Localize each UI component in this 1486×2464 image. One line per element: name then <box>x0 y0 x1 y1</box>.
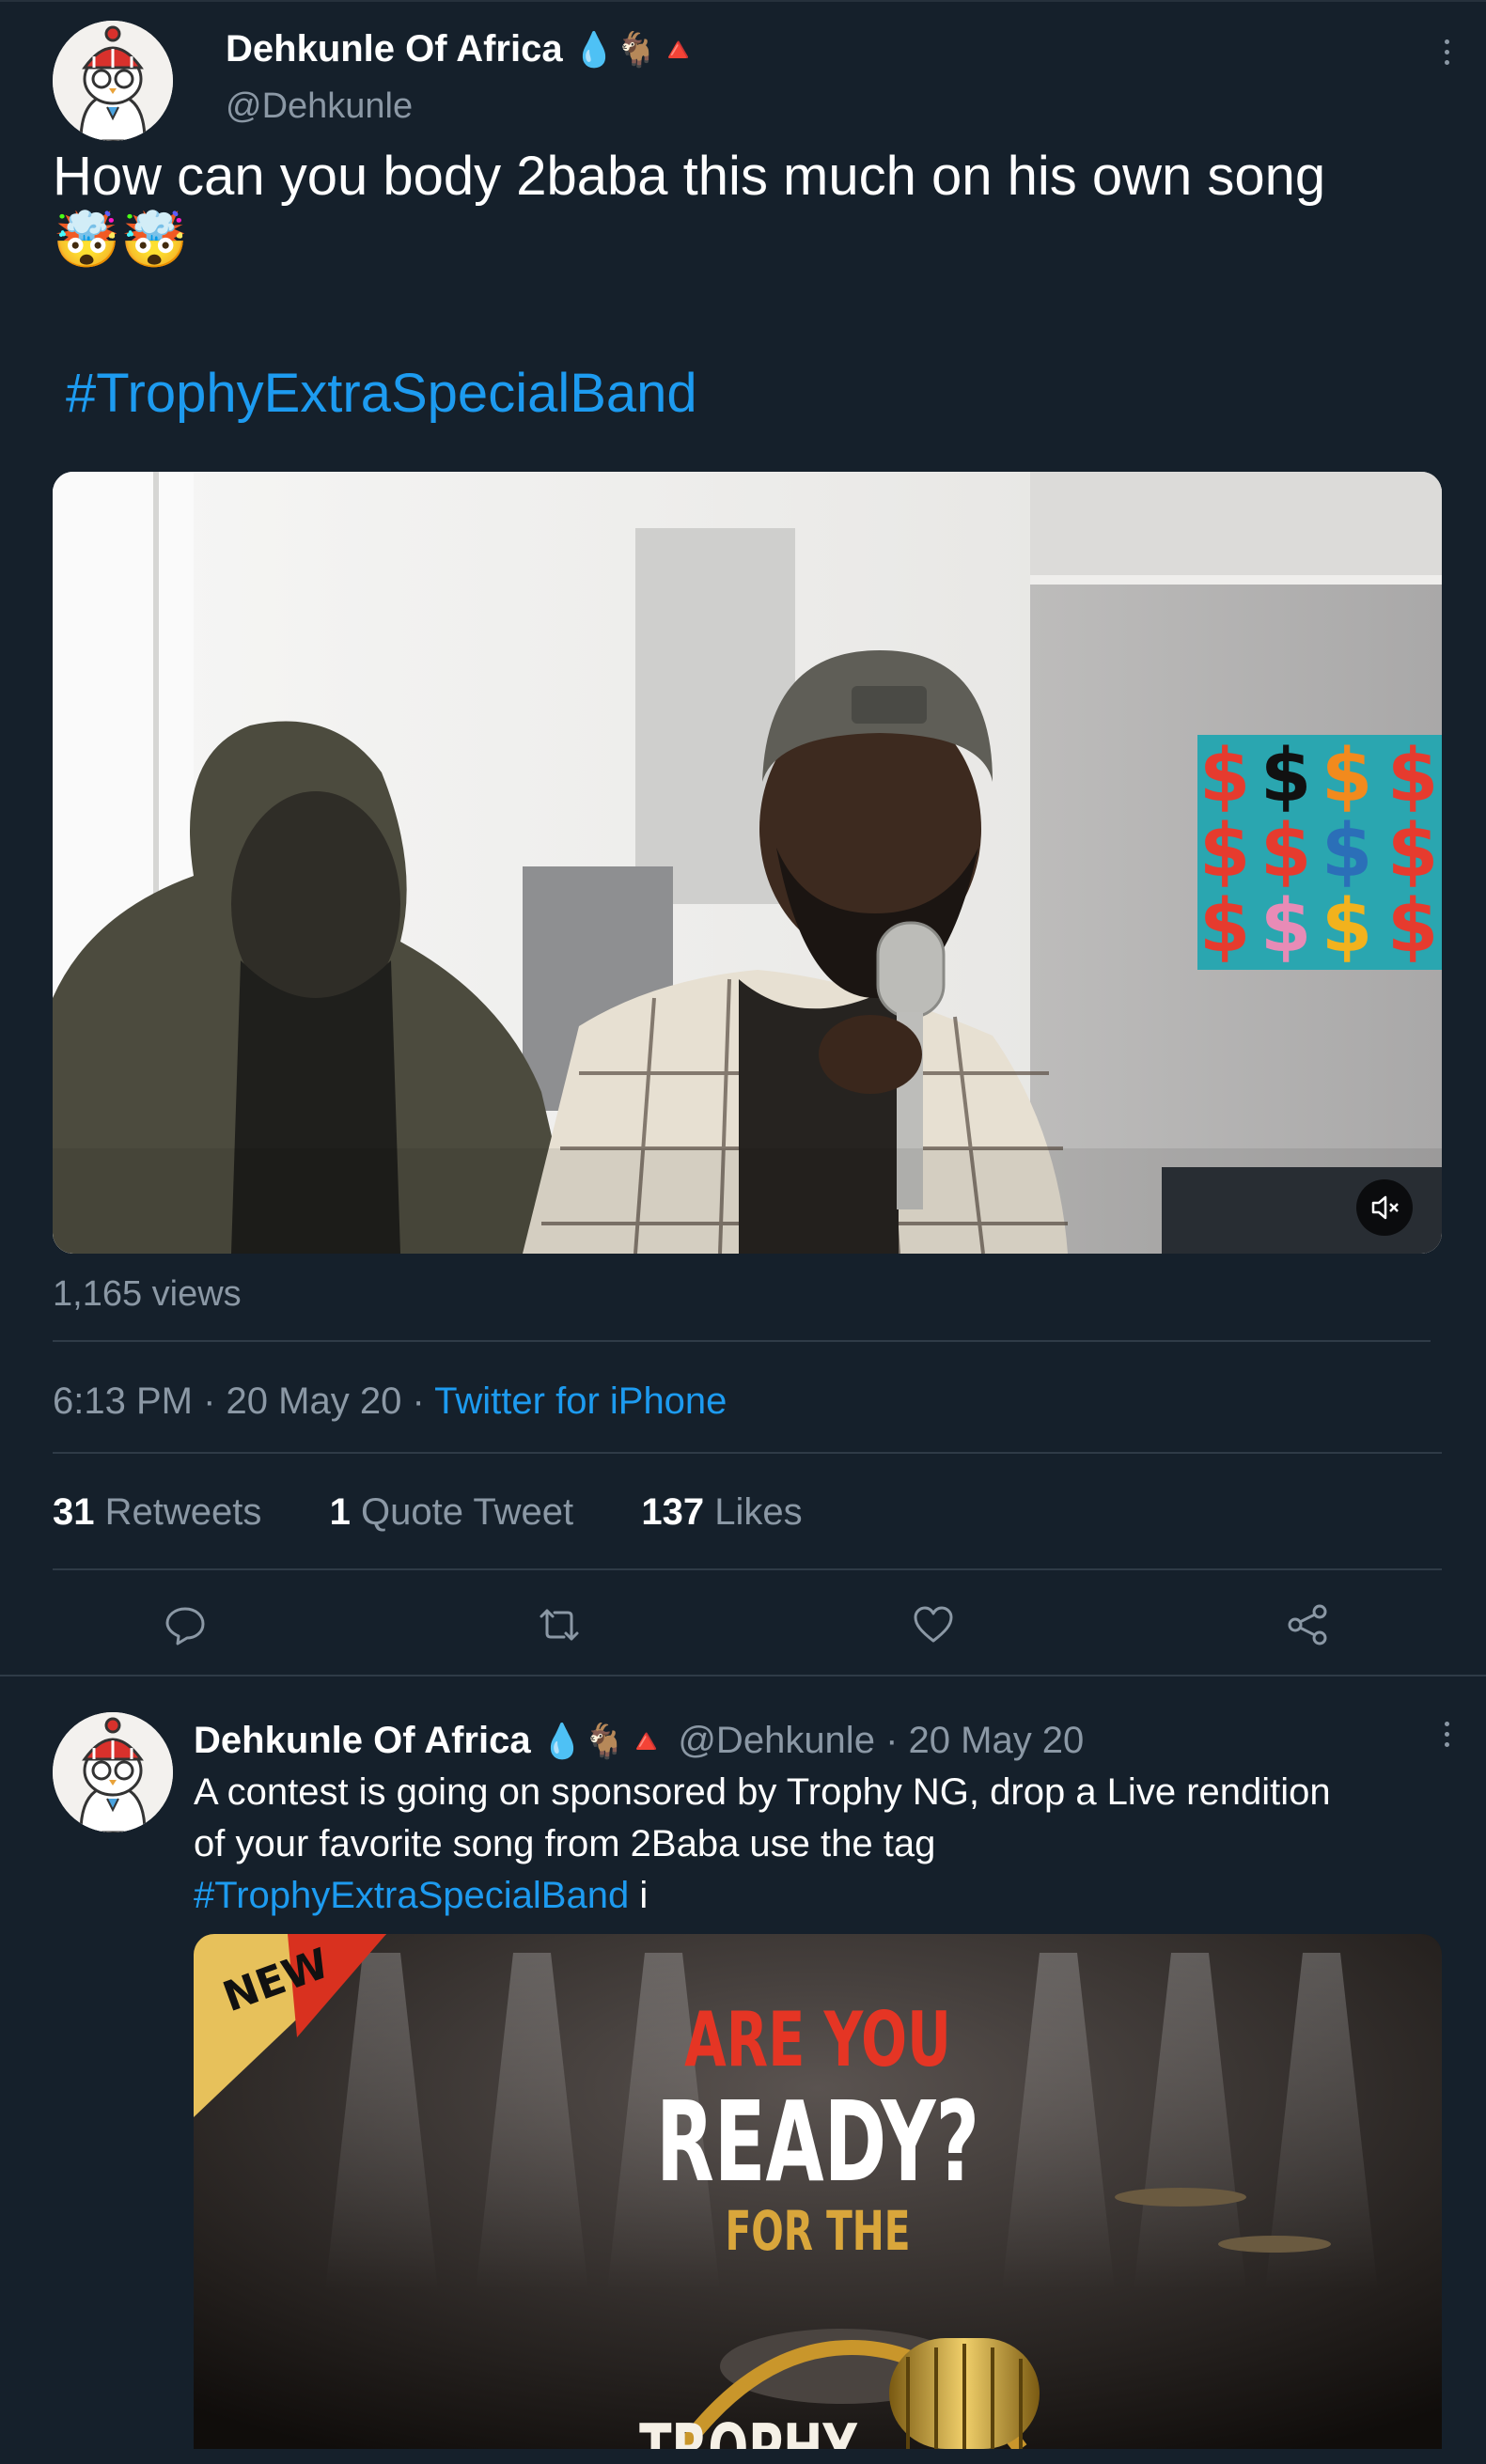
svg-text:$: $ <box>1322 734 1372 819</box>
tweet-date[interactable]: 20 May 20 <box>227 1380 402 1422</box>
quotes-count: 1 <box>329 1491 351 1533</box>
author-badges: 💧🐐🔺 <box>572 30 700 69</box>
like-icon[interactable] <box>912 1603 955 1646</box>
svg-text:$: $ <box>1260 734 1311 819</box>
quoted-text-suffix: i <box>639 1875 649 1916</box>
likes-count: 137 <box>641 1491 705 1533</box>
svg-text:$: $ <box>1322 809 1372 894</box>
video-frame-image: $ $ $ $ $ $ $ $ $ $ $ $ <box>53 472 1442 1254</box>
svg-text:$: $ <box>1260 884 1311 969</box>
retweet-icon[interactable] <box>538 1603 581 1646</box>
bottom-divider <box>0 2449 1486 2464</box>
separator-dot: · <box>885 1720 899 1761</box>
svg-text:$: $ <box>1387 884 1438 969</box>
more-icon[interactable] <box>1445 1722 1454 1753</box>
quoted-text-line: A contest is going on sponsored by Troph… <box>194 1771 1331 1813</box>
quoted-author-row: Dehkunle Of Africa 💧🐐🔺 @Dehkunle · 20 Ma… <box>194 1716 1084 1766</box>
svg-text:$: $ <box>1199 734 1250 819</box>
svg-text:$: $ <box>1387 734 1438 819</box>
tweet-divider <box>0 1675 1486 1676</box>
avatar[interactable] <box>53 1712 173 1832</box>
quotes-stat[interactable]: 1 Quote Tweet <box>330 1491 573 1533</box>
tweet-text-body: How can you body 2baba this much on his … <box>53 146 1326 207</box>
tweet-source-link[interactable]: Twitter for iPhone <box>434 1380 727 1422</box>
mute-icon[interactable] <box>1356 1179 1413 1236</box>
author-name[interactable]: Dehkunle Of Africa <box>226 28 563 70</box>
promo-headline-2: READY? <box>655 2077 980 2207</box>
promo-image[interactable]: NEW ARE YOU READY? FOR THE TROPHY <box>194 1934 1442 2449</box>
engagement-stats: 31 Retweets 1 Quote Tweet 137 Likes <box>53 1487 803 1537</box>
svg-text:$: $ <box>1199 809 1250 894</box>
retweets-stat[interactable]: 31 Retweets <box>53 1491 261 1533</box>
separator-dot: · <box>412 1380 425 1422</box>
quoted-tweet-text: A contest is going on sponsored by Troph… <box>194 1767 1434 1922</box>
tweet-time[interactable]: 6:13 PM <box>53 1380 193 1422</box>
svg-text:$: $ <box>1322 884 1372 969</box>
promo-headline-1: ARE YOU <box>684 1996 951 2083</box>
timestamp-row: 6:13 PM · 20 May 20 · Twitter for iPhone <box>53 1376 727 1427</box>
tweet-emoji: 🤯🤯 <box>53 210 189 271</box>
tweet-text: How can you body 2baba this much on his … <box>53 145 1444 273</box>
reply-icon[interactable] <box>164 1603 207 1646</box>
svg-text:$: $ <box>1387 809 1438 894</box>
video-player[interactable]: $ $ $ $ $ $ $ $ $ $ $ $ <box>53 472 1442 1254</box>
svg-text:$: $ <box>1199 884 1250 969</box>
retweets-count: 31 <box>53 1491 95 1533</box>
quotes-label: Quote Tweet <box>361 1491 574 1533</box>
retweets-label: Retweets <box>104 1491 262 1533</box>
author-handle[interactable]: @Dehkunle <box>678 1720 875 1761</box>
author-handle[interactable]: @Dehkunle <box>226 83 413 130</box>
avatar[interactable] <box>53 21 173 141</box>
avatar-owl-image <box>53 21 173 141</box>
top-divider <box>0 0 1486 2</box>
views-divider <box>53 1340 1431 1342</box>
svg-text:$: $ <box>1260 809 1311 894</box>
quoted-text-line: of your favorite song from 2Baba use the… <box>194 1823 936 1864</box>
timestamp-divider <box>53 1452 1442 1454</box>
author-badges: 💧🐐🔺 <box>540 1722 668 1760</box>
stats-divider <box>53 1568 1442 1570</box>
likes-label: Likes <box>714 1491 803 1533</box>
likes-stat[interactable]: 137 Likes <box>641 1491 802 1533</box>
hashtag-link[interactable]: #TrophyExtraSpecialBand <box>194 1875 629 1916</box>
view-count: 1,165 views <box>53 1274 242 1314</box>
author-row: Dehkunle Of Africa 💧🐐🔺 <box>226 24 699 74</box>
tweet-date[interactable]: 20 May 20 <box>909 1720 1085 1761</box>
promo-brand-text: TROPHY <box>639 2409 857 2449</box>
promo-headline-3: FOR THE <box>725 2199 911 2263</box>
avatar-owl-image <box>53 1712 173 1832</box>
author-name[interactable]: Dehkunle Of Africa <box>194 1720 531 1761</box>
share-icon[interactable] <box>1286 1603 1329 1646</box>
more-icon[interactable] <box>1445 39 1454 70</box>
hashtag-link[interactable]: #TrophyExtraSpecialBand <box>66 361 697 427</box>
separator-dot: · <box>203 1380 216 1422</box>
